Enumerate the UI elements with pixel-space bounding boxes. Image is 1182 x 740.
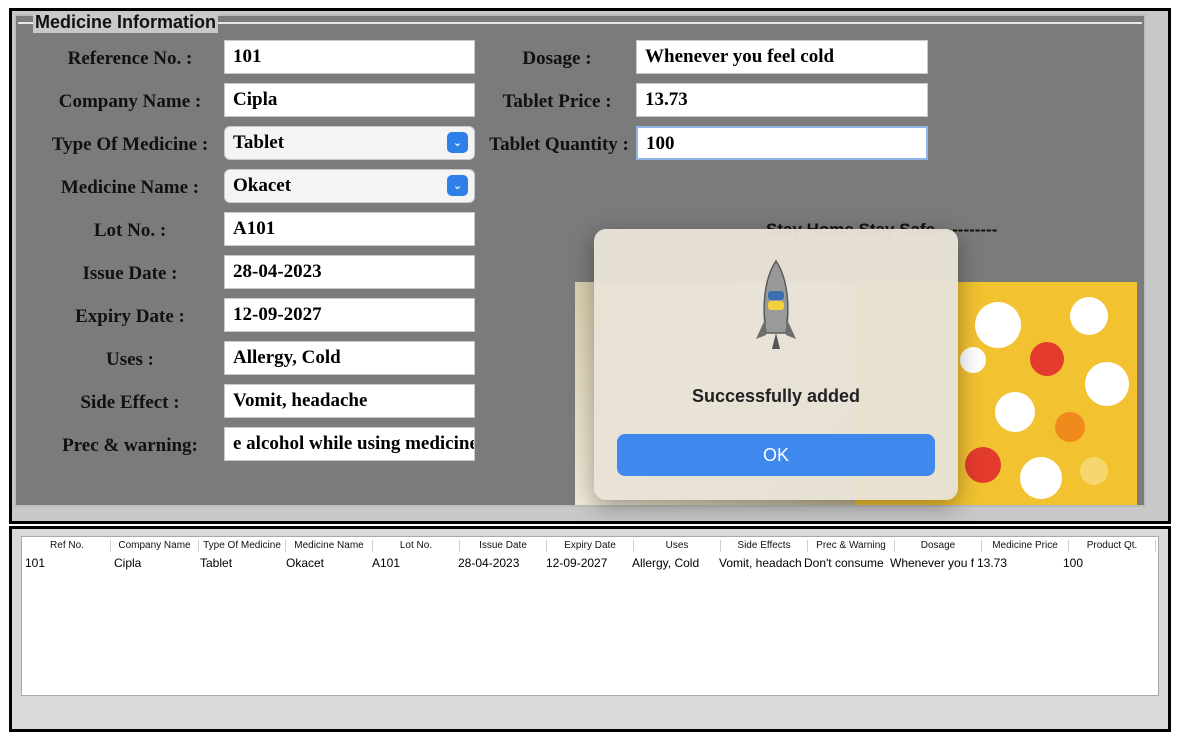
col-header-expiry-date[interactable]: Expiry Date [547,540,634,552]
table-cell[interactable]: Don't consume [804,556,888,570]
col-header-issue-date[interactable]: Issue Date [460,540,547,552]
col-header-company-name[interactable]: Company Name [111,540,199,552]
table-cell[interactable]: Whenever you feel cold [890,556,974,570]
label-prec-warning: Prec & warning: [62,435,198,456]
type-of-medicine-value: Tablet [233,132,285,153]
table-cell[interactable]: 13.73 [977,556,1063,570]
col-header-product-qt[interactable]: Product Qt. [1069,540,1156,552]
table-cell[interactable]: Vomit, headache [719,556,802,570]
col-header-type-of-medicine[interactable]: Type Of Medicine [199,540,286,552]
label-type-of-medicine: Type Of Medicine : [51,134,209,155]
table-cell[interactable]: A101 [372,556,458,570]
label-tablet-quantity: Tablet Quantity : [489,134,629,155]
issue-date-input[interactable]: 28-04-2023 [224,255,475,289]
uses-input[interactable]: Allergy, Cold [224,341,475,375]
company-name-input[interactable]: Cipla [224,83,475,117]
col-header-prec-warning[interactable]: Prec & Warning [808,540,895,552]
records-table[interactable]: Ref No. Company Name Type Of Medicine Me… [21,536,1159,696]
medicine-name-select[interactable]: Okacet ⌄ [224,169,475,203]
col-header-ref-no[interactable]: Ref No. [24,540,111,552]
tablet-price-input[interactable]: 13.73 [636,83,928,117]
label-lot-no: Lot No. : [93,220,167,241]
ok-button[interactable]: OK [617,434,935,476]
table-cell[interactable]: Okacet [286,556,372,570]
label-expiry-date: Expiry Date : [75,306,185,327]
table-cell[interactable]: 101 [25,556,110,570]
col-header-medicine-name[interactable]: Medicine Name [286,540,373,552]
table-cell[interactable]: Tablet [200,556,285,570]
col-header-uses[interactable]: Uses [634,540,721,552]
col-header-medicine-price[interactable]: Medicine Price [982,540,1069,552]
success-dialog: Successfully added OK [594,229,958,500]
label-issue-date: Issue Date : [82,263,178,284]
prec-warning-input[interactable]: e alcohol while using medicine [224,427,475,461]
chevron-down-icon[interactable]: ⌄ [447,132,468,153]
label-medicine-name: Medicine Name : [60,177,200,198]
tablet-quantity-input[interactable]: 100 [636,126,928,160]
python-rocket-icon [756,259,796,349]
label-company-name: Company Name : [58,91,202,112]
label-side-effect: Side Effect : [80,392,180,413]
table-cell[interactable]: 100 [1063,556,1153,570]
lot-no-input[interactable]: A101 [224,212,475,246]
col-header-lot-no[interactable]: Lot No. [373,540,460,552]
table-cell[interactable]: 12-09-2027 [546,556,633,570]
side-effect-input[interactable]: Vomit, headache [224,384,475,418]
label-ref-no: Reference No. : [67,48,193,69]
table-cell[interactable]: Allergy, Cold [632,556,719,570]
label-dosage: Dosage : [522,48,592,69]
group-title: Medicine Information [33,11,219,33]
label-uses: Uses : [105,349,155,370]
col-header-dosage[interactable]: Dosage [895,540,982,552]
table-cell[interactable]: Cipla [114,556,198,570]
label-tablet-price: Tablet Price : [502,91,612,112]
type-of-medicine-select[interactable]: Tablet ⌄ [224,126,475,160]
ref-no-input[interactable]: 101 [224,40,475,74]
dialog-message: Successfully added [691,386,861,406]
expiry-date-input[interactable]: 12-09-2027 [224,298,475,332]
medicine-name-value: Okacet [233,175,292,196]
dosage-input[interactable]: Whenever you feel cold [636,40,928,74]
table-cell[interactable]: 28-04-2023 [458,556,546,570]
chevron-down-icon[interactable]: ⌄ [447,175,468,196]
col-header-side-effects[interactable]: Side Effects [721,540,808,552]
